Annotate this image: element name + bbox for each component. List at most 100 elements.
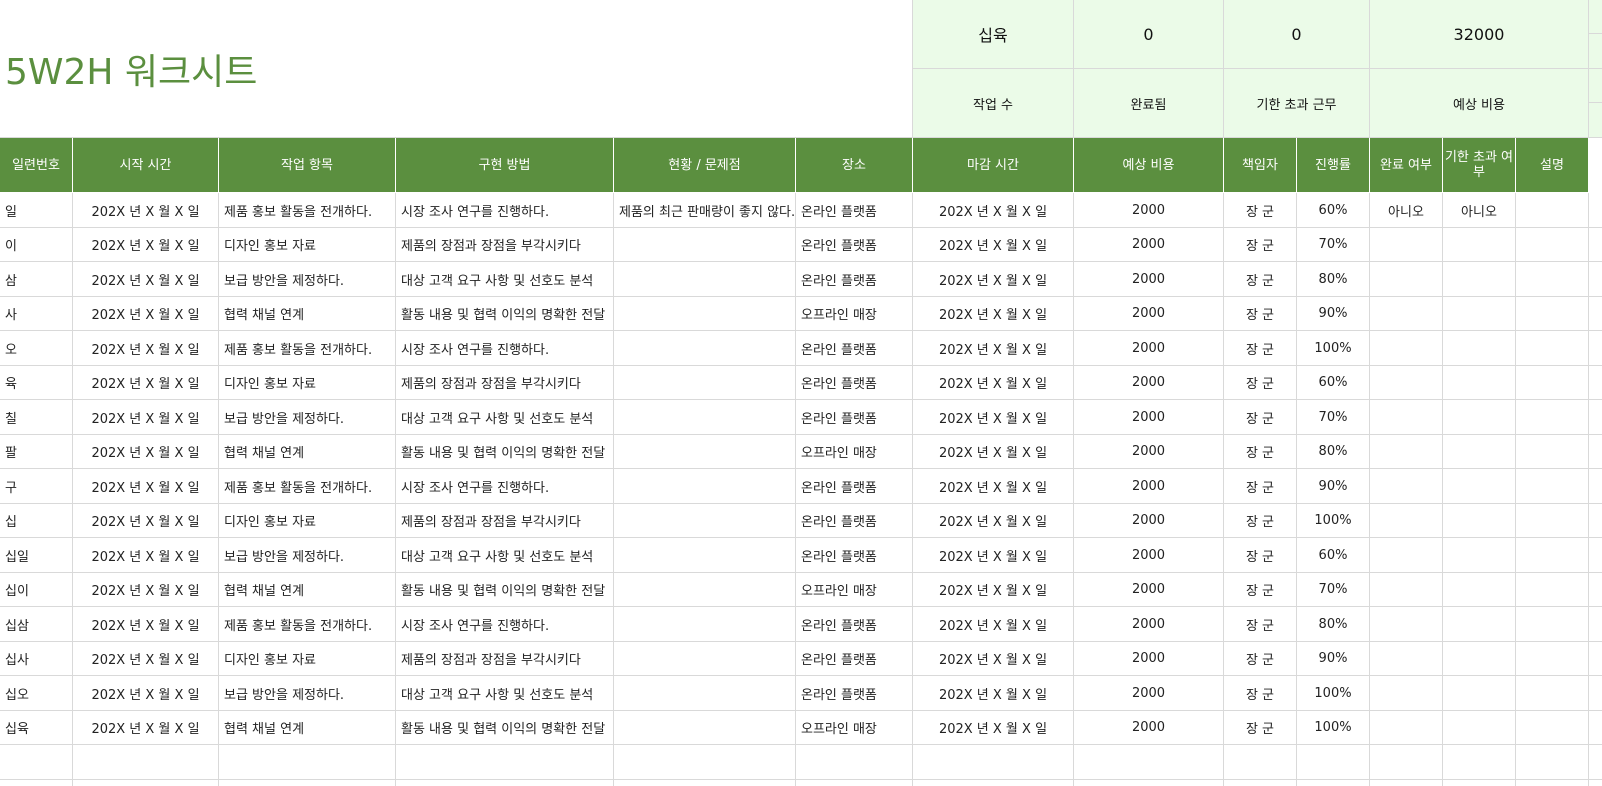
table-cell[interactable]: 202X 년 X 월 X 일 [913,400,1074,435]
table-cell[interactable] [1370,538,1443,573]
empty-cell[interactable] [1297,745,1370,780]
column-header[interactable]: 구현 방법 [396,138,614,193]
table-cell[interactable]: 70% [1297,400,1370,435]
table-cell[interactable] [1589,573,1602,607]
table-cell[interactable]: 202X 년 X 월 X 일 [73,573,219,607]
table-cell[interactable]: 활동 내용 및 협력 이익의 명확한 전달 [396,573,614,607]
table-cell[interactable]: 제품의 장점과 장점을 부각시키다 [396,228,614,262]
empty-cell[interactable] [73,745,219,780]
table-cell[interactable] [614,435,796,469]
table-cell[interactable]: 온라인 플랫폼 [796,262,913,297]
table-cell[interactable] [1370,228,1443,262]
column-header[interactable]: 일련번호 [0,138,73,193]
table-cell[interactable]: 대상 고객 요구 사항 및 선호도 분석 [396,262,614,297]
table-cell[interactable]: 장 군 [1224,228,1297,262]
table-cell[interactable]: 202X 년 X 월 X 일 [913,676,1074,711]
column-header[interactable]: 마감 시간 [913,138,1074,193]
table-cell[interactable]: 보급 방안을 제정하다. [219,538,396,573]
table-cell[interactable]: 오프라인 매장 [796,573,913,607]
table-cell[interactable]: 202X 년 X 월 X 일 [913,573,1074,607]
column-header[interactable]: 책임자 [1224,138,1297,193]
empty-cell[interactable] [1443,780,1516,786]
table-cell[interactable] [1516,331,1589,366]
empty-cell[interactable] [1370,745,1443,780]
table-cell[interactable]: 디자인 홍보 자료 [219,504,396,538]
table-cell[interactable] [1443,469,1516,504]
table-cell[interactable]: 100% [1297,331,1370,366]
table-cell[interactable] [1443,228,1516,262]
table-cell[interactable]: 장 군 [1224,573,1297,607]
column-header[interactable]: 설명 [1516,138,1589,193]
summary-extra-cell[interactable] [1589,0,1602,34]
table-cell[interactable]: 2000 [1074,331,1224,366]
table-cell[interactable] [1516,573,1589,607]
table-cell[interactable] [1516,504,1589,538]
table-cell[interactable]: 2000 [1074,262,1224,297]
table-cell[interactable] [1443,538,1516,573]
column-header[interactable]: 작업 항목 [219,138,396,193]
empty-cell[interactable] [1589,745,1602,780]
table-cell[interactable]: 60% [1297,538,1370,573]
table-cell[interactable] [1443,642,1516,676]
empty-cell[interactable] [219,780,396,786]
table-cell[interactable]: 협력 채널 연계 [219,573,396,607]
table-cell[interactable]: 202X 년 X 월 X 일 [913,504,1074,538]
table-cell[interactable]: 2000 [1074,538,1224,573]
table-cell[interactable]: 일 [0,193,73,228]
table-cell[interactable] [1370,331,1443,366]
table-cell[interactable]: 2000 [1074,711,1224,745]
empty-cell[interactable] [396,745,614,780]
summary-value-overdue-count[interactable]: 0 [1224,0,1370,69]
table-cell[interactable]: 온라인 플랫폼 [796,504,913,538]
table-cell[interactable] [1589,435,1602,469]
table-cell[interactable]: 장 군 [1224,366,1297,400]
table-cell[interactable] [1370,435,1443,469]
table-cell[interactable] [1370,676,1443,711]
table-cell[interactable]: 온라인 플랫폼 [796,331,913,366]
table-cell[interactable]: 장 군 [1224,538,1297,573]
table-cell[interactable]: 오프라인 매장 [796,435,913,469]
table-cell[interactable]: 장 군 [1224,297,1297,331]
table-cell[interactable]: 제품 홍보 활동을 전개하다. [219,193,396,228]
column-header[interactable]: 시작 시간 [73,138,219,193]
table-cell[interactable]: 대상 고객 요구 사항 및 선호도 분석 [396,400,614,435]
table-cell[interactable]: 2000 [1074,469,1224,504]
empty-cell[interactable] [1589,780,1602,786]
table-cell[interactable]: 대상 고객 요구 사항 및 선호도 분석 [396,676,614,711]
table-cell[interactable] [1443,262,1516,297]
table-cell[interactable]: 장 군 [1224,711,1297,745]
table-cell[interactable] [614,538,796,573]
empty-cell[interactable] [1074,745,1224,780]
table-cell[interactable]: 202X 년 X 월 X 일 [913,642,1074,676]
table-cell[interactable] [1443,711,1516,745]
table-cell[interactable]: 디자인 홍보 자료 [219,228,396,262]
empty-cell[interactable] [1297,780,1370,786]
spreadsheet[interactable]: 5W2H 워크시트 십육 작업 수 0 완료됨 0 기한 초과 근무 32000 예상 비용 … [0,0,1602,786]
table-cell[interactable] [614,469,796,504]
table-cell[interactable]: 제품의 장점과 장점을 부각시키다 [396,642,614,676]
table-cell[interactable]: 십삼 [0,607,73,642]
table-cell[interactable]: 2000 [1074,676,1224,711]
table-cell[interactable]: 202X 년 X 월 X 일 [73,400,219,435]
table-cell[interactable]: 시장 조사 연구를 진행하다. [396,331,614,366]
empty-cell[interactable] [796,780,913,786]
table-cell[interactable] [1589,297,1602,331]
table-cell[interactable] [1589,607,1602,642]
table-cell[interactable]: 대상 고객 요구 사항 및 선호도 분석 [396,538,614,573]
table-cell[interactable]: 제품의 장점과 장점을 부각시키다 [396,366,614,400]
table-cell[interactable]: 시장 조사 연구를 진행하다. [396,607,614,642]
table-cell[interactable] [1589,469,1602,504]
table-cell[interactable]: 십사 [0,642,73,676]
empty-cell[interactable] [219,745,396,780]
table-cell[interactable] [1516,711,1589,745]
table-cell[interactable]: 202X 년 X 월 X 일 [913,469,1074,504]
table-cell[interactable]: 온라인 플랫폼 [796,676,913,711]
table-cell[interactable] [1443,331,1516,366]
column-header[interactable]: 장소 [796,138,913,193]
table-cell[interactable] [1370,366,1443,400]
table-cell[interactable]: 80% [1297,435,1370,469]
table-cell[interactable] [614,366,796,400]
table-cell[interactable]: 100% [1297,676,1370,711]
table-cell[interactable] [1589,193,1602,228]
table-cell[interactable]: 2000 [1074,573,1224,607]
